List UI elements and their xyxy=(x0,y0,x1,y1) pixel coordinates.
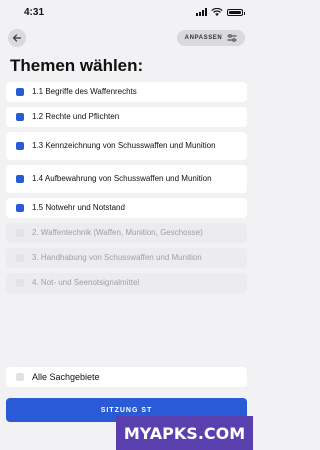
checkbox-unchecked[interactable] xyxy=(16,373,24,381)
status-time: 4:31 xyxy=(24,6,45,18)
battery-icon xyxy=(227,8,245,16)
checkbox-checked[interactable] xyxy=(16,142,24,150)
topic-item[interactable]: 2. Waffentechnik (Waffen, Munition, Gesc… xyxy=(6,223,247,243)
topic-item[interactable]: 1.4 Aufbewahrung von Schusswaffen und Mu… xyxy=(6,165,247,193)
top-bar: ANPASSEN xyxy=(0,28,253,48)
checkbox-checked[interactable] xyxy=(16,204,24,212)
topic-item[interactable]: 1.1 Begriffe des Waffenrechts xyxy=(6,82,247,102)
status-icons xyxy=(196,8,245,16)
watermark-banner: MYAPKS.COM xyxy=(116,416,253,450)
topic-label: 1.1 Begriffe des Waffenrechts xyxy=(32,87,137,96)
adjust-button[interactable]: ANPASSEN xyxy=(177,30,245,46)
topic-item[interactable]: 1.5 Notwehr und Notstand xyxy=(6,198,247,218)
arrow-left-icon xyxy=(12,34,22,42)
start-session-label: SITZUNG ST xyxy=(100,406,153,414)
checkbox-unchecked[interactable] xyxy=(16,229,24,237)
wifi-icon xyxy=(211,8,223,16)
adjust-button-label: ANPASSEN xyxy=(184,35,223,41)
topic-label: 1.4 Aufbewahrung von Schusswaffen und Mu… xyxy=(32,174,212,183)
checkbox-unchecked[interactable] xyxy=(16,254,24,262)
topic-label: 1.2 Rechte und Pflichten xyxy=(32,112,120,121)
checkbox-checked[interactable] xyxy=(16,88,24,96)
checkbox-checked[interactable] xyxy=(16,175,24,183)
topic-item[interactable]: 3. Handhabung von Schusswaffen und Munit… xyxy=(6,248,247,268)
topic-label: 3. Handhabung von Schusswaffen und Munit… xyxy=(32,253,202,262)
all-topics-row[interactable]: Alle Sachgebiete xyxy=(6,367,247,387)
checkbox-unchecked[interactable] xyxy=(16,279,24,287)
topic-label: 4. Not- und Seenotsignalmittel xyxy=(32,278,140,287)
status-bar: 4:31 xyxy=(0,0,253,24)
watermark-text: MYAPKS.COM xyxy=(123,423,246,443)
topic-label: 1.3 Kennzeichnung von Schusswaffen und M… xyxy=(32,141,216,150)
topic-label: 1.5 Notwehr und Notstand xyxy=(32,203,125,212)
topic-item[interactable]: 1.3 Kennzeichnung von Schusswaffen und M… xyxy=(6,132,247,160)
page-title: Themen wählen: xyxy=(10,56,144,75)
sliders-icon xyxy=(227,34,237,42)
topic-item[interactable]: 1.2 Rechte und Pflichten xyxy=(6,107,247,127)
all-topics-label: Alle Sachgebiete xyxy=(32,372,100,382)
cellular-signal-icon xyxy=(196,8,207,16)
topic-list: 1.1 Begriffe des Waffenrechts 1.2 Rechte… xyxy=(6,82,247,298)
checkbox-checked[interactable] xyxy=(16,113,24,121)
back-button[interactable] xyxy=(8,29,26,47)
topic-item[interactable]: 4. Not- und Seenotsignalmittel xyxy=(6,273,247,293)
topic-label: 2. Waffentechnik (Waffen, Munition, Gesc… xyxy=(32,228,203,237)
